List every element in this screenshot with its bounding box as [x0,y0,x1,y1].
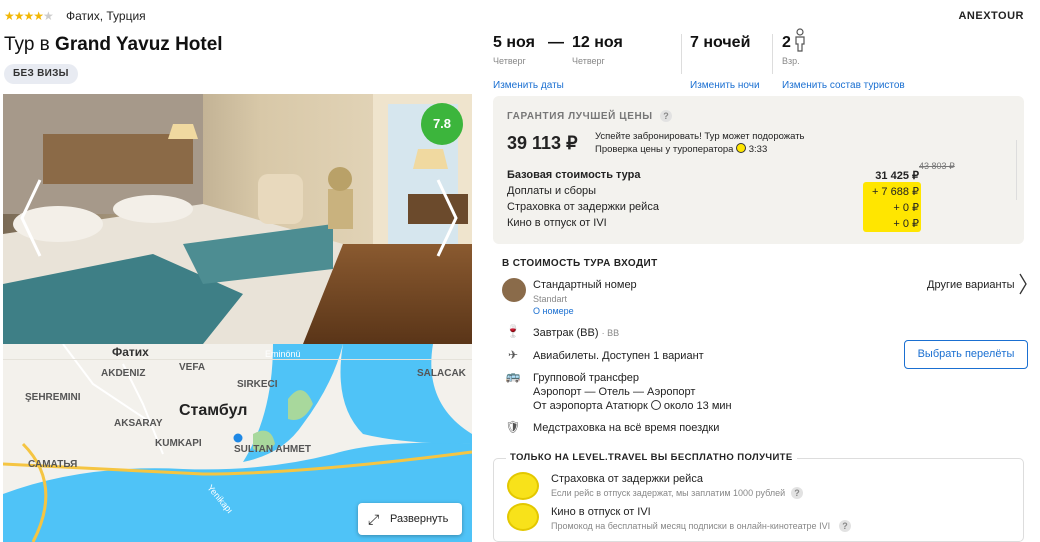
change-dates-link[interactable]: Изменить даты [493,80,564,91]
date-from: 5 ноя [493,34,535,51]
price-row-value: + 0 ₽ [893,218,919,230]
price-row-label: Кино в отпуск от IVI [507,217,607,229]
nights-count: 7 ночей [690,34,751,51]
meal-icon: 🍷 [505,324,521,338]
map-label: Фатих [112,345,149,359]
expand-icon: ⤢ [368,511,380,527]
price-row-label: Доплаты и сборы [507,185,597,197]
divider [772,34,773,74]
gallery-next-button[interactable] [432,178,460,263]
chevron-right-icon[interactable] [1018,272,1028,296]
bonus-desc: Если рейс в отпуск задержат, мы заплатим… [551,488,786,498]
chevron-right-icon [436,179,458,257]
map-label: VEFA [179,362,206,373]
hotel-stars: ★★★★★ [4,9,54,23]
gallery-prev-button[interactable] [18,178,46,263]
rating-badge: 7.8 [421,103,463,145]
guarantee-title: ГАРАНТИЯ ЛУЧШЕЙ ЦЕНЫ [507,111,653,122]
room-name: Стандартный номер [533,279,637,291]
map-label: Eminönü [265,349,301,359]
insurance-label: Медстраховка на всё время поездки [533,422,720,434]
day-from: Четверг [493,56,526,66]
divider [681,34,682,74]
help-icon[interactable]: ? [660,110,672,122]
operator-brand: ANEXTOUR [958,10,1024,22]
price-warning: Успейте забронировать! Тур может подорож… [595,131,805,155]
insurance-bonus-icon [507,472,539,500]
adults-count: 2 [782,34,791,51]
other-variants-link[interactable]: Другие варианты [927,279,1015,291]
hotel-photo[interactable] [3,94,472,344]
map-city-label: Стамбул [179,402,248,419]
price-row-value: + 0 ₽ [893,202,919,214]
choose-flights-button[interactable]: Выбрать перелёты [904,340,1028,369]
bus-icon: 🚌 [505,369,521,383]
hotel-name: Grand Yavuz Hotel [55,34,223,55]
bonus-desc: Промокод на бесплатный месяц подписки в … [551,521,831,531]
price-row-value: + 7 688 ₽ [871,186,919,198]
map-label: САМАТЬЯ [28,459,78,470]
date-dash: — [548,34,564,51]
map-label: SALACAK [417,368,466,379]
map-label: AKSARAY [114,418,163,429]
price-timer: 3:33 [748,144,768,155]
chevron-left-icon [20,179,42,257]
total-price: 39 113 ₽ [507,133,578,153]
transfer-route: Аэропорт — Отель — Аэропорт [533,386,696,398]
room-thumbnail [502,278,526,302]
help-icon[interactable]: ? [791,487,803,499]
map-label: SIRKECI [237,379,278,390]
price-box: ГАРАНТИЯ ЛУЧШЕЙ ЦЕНЫ ? 39 113 ₽ Успейте … [493,96,1024,244]
room-sub: Standart [533,294,568,304]
transfer-time: От аэропорта Ататюрк около 13 мин [533,400,732,412]
plane-icon: ✈ [507,348,519,362]
divider [1016,140,1017,200]
free-bonus-title: ТОЛЬКО НА LEVEL.TRAVEL ВЫ БЕСПЛАТНО ПОЛУ… [506,452,797,463]
page-title: Тур в Grand Yavuz Hotel [4,34,223,55]
map-label: AKDENIZ [101,368,146,379]
visa-badge: БЕЗ ВИЗЫ [4,64,78,84]
price-row-label: Страховка от задержки рейса [507,201,659,213]
map-label: SULTAN AHMET [234,444,312,455]
change-tourists-link[interactable]: Изменить состав туристов [782,80,905,91]
date-to: 12 ноя [572,34,623,51]
adults-label: Взр. [782,56,800,66]
flights-label: Авиабилеты. Доступен 1 вариант [533,350,704,362]
map-label: KUMKAPI [155,438,202,449]
price-row-value: 31 425 ₽ [875,170,919,182]
map-label: ŞEHREMINI [25,392,81,403]
shield-icon: 🛡 [505,420,521,434]
day-to: Четверг [572,56,605,66]
change-nights-link[interactable]: Изменить ночи [690,80,760,91]
bonus-title: Страховка от задержки рейса [551,473,703,485]
old-price: 43 803 ₽ [919,161,955,171]
price-row-label: Базовая стоимость тура [507,169,641,181]
clock-icon [650,400,661,410]
hotel-room-image [3,94,472,344]
meal-label: Завтрак (BB) · BB [533,327,620,339]
person-icon [795,28,805,52]
hotel-location: Фатих, Турция [66,9,146,23]
transfer-label: Групповой трансфер [533,372,640,384]
cinema-bonus-icon [507,503,539,531]
help-icon[interactable]: ? [839,520,851,532]
room-details-link[interactable]: О номере [533,306,574,316]
bonus-title: Кино в отпуск от IVI [551,506,651,518]
clock-icon [736,143,747,153]
includes-title: В СТОИМОСТЬ ТУРА ВХОДИТ [502,258,658,269]
map-expand-button[interactable]: ⤢ Развернуть [358,503,462,535]
